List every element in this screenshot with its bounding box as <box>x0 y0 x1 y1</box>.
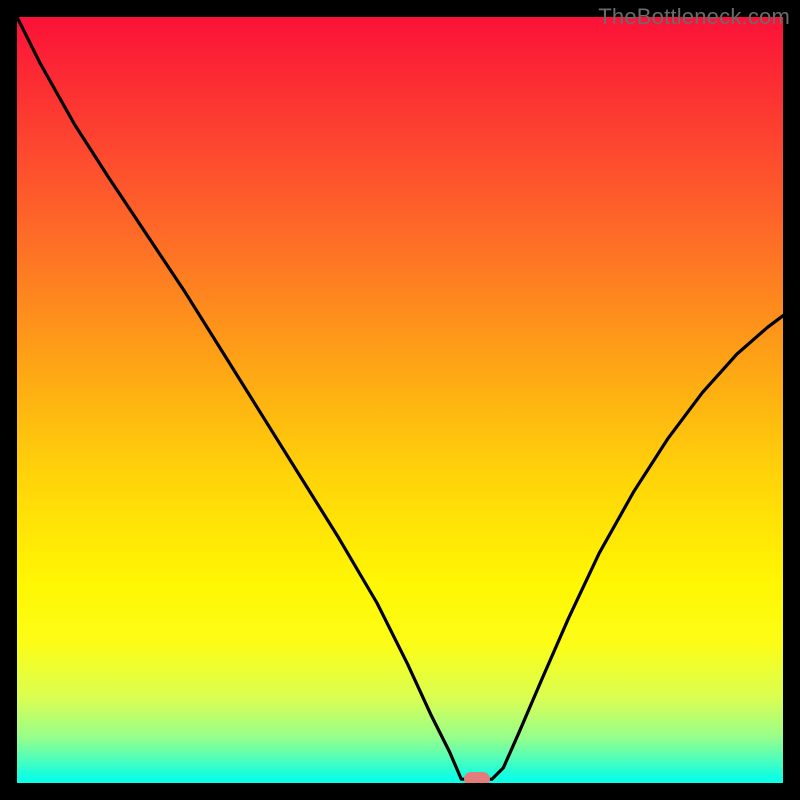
chart-frame: TheBottleneck.com <box>0 0 800 800</box>
plot-area <box>17 17 783 783</box>
watermark-text: TheBottleneck.com <box>598 4 790 30</box>
bottleneck-curve <box>17 17 783 783</box>
optimum-marker <box>464 772 490 783</box>
